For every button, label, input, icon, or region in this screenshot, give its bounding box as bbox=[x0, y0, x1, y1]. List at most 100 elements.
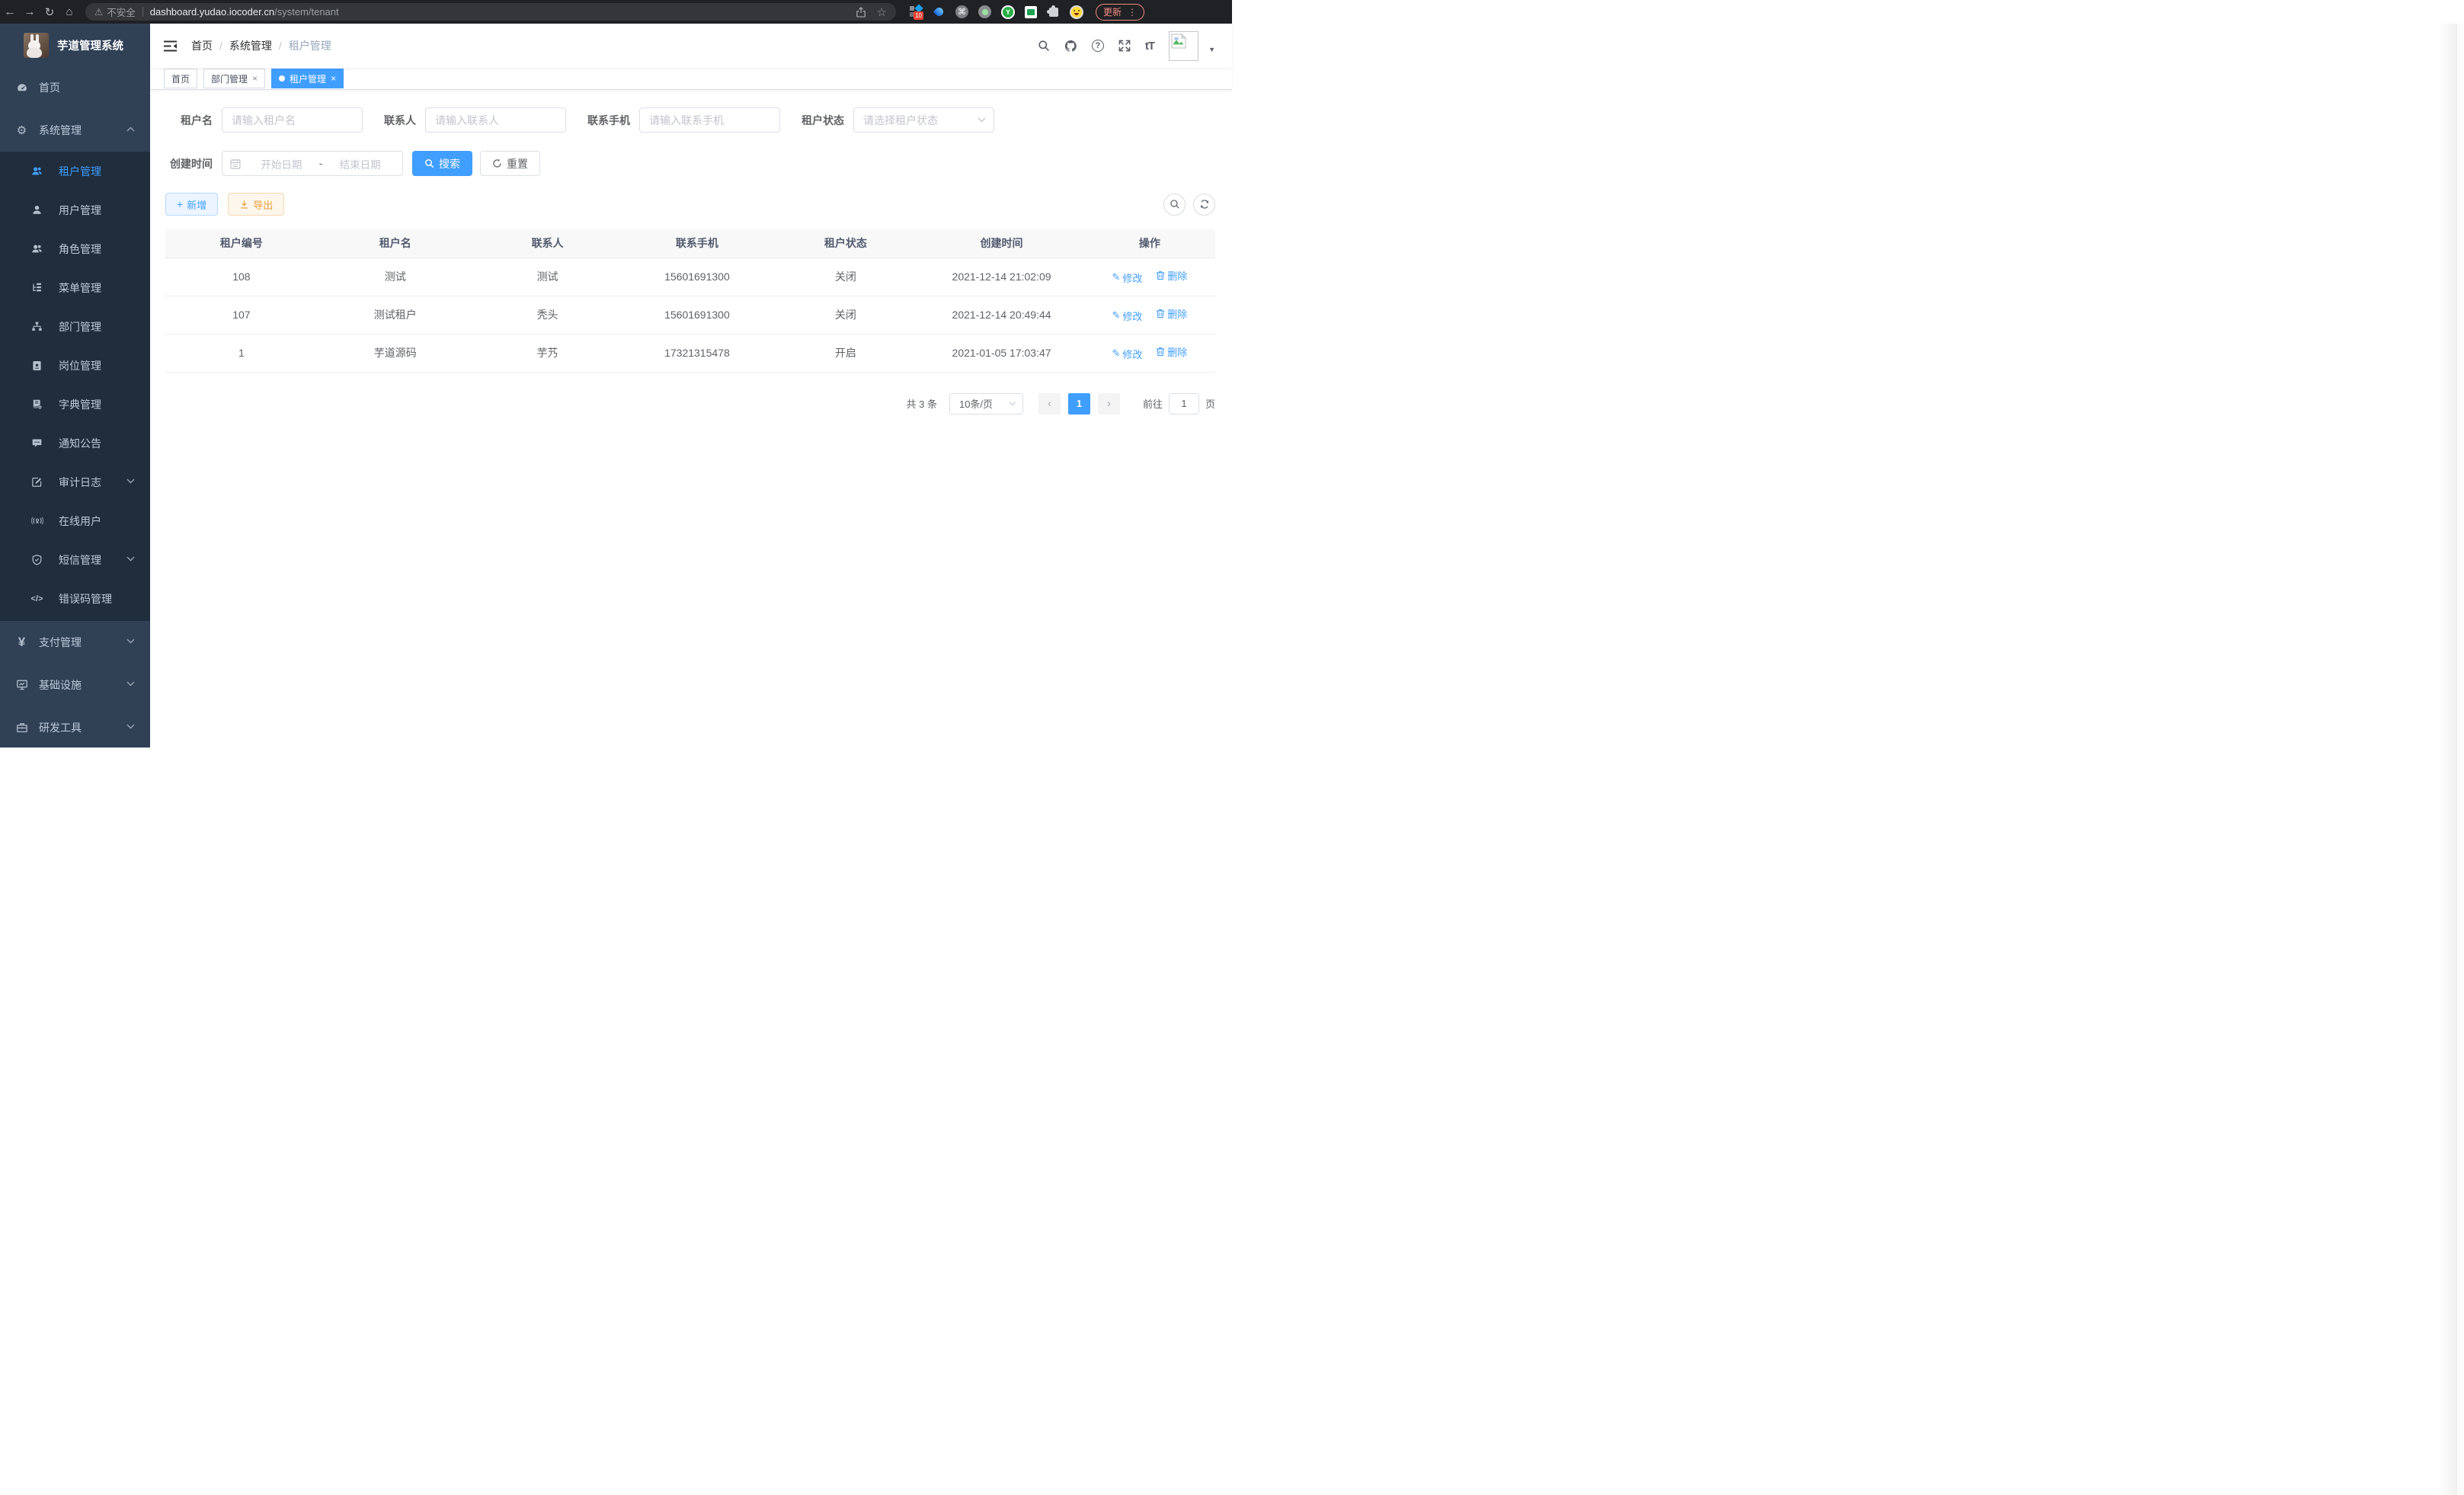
chevron-up-icon bbox=[126, 126, 135, 132]
tab-dept[interactable]: 部门管理 × bbox=[203, 69, 265, 88]
extension-recorder-icon[interactable] bbox=[978, 5, 991, 18]
mobile-input[interactable] bbox=[639, 107, 780, 133]
toggle-search-button[interactable] bbox=[1163, 194, 1186, 216]
forward-icon[interactable]: → bbox=[20, 5, 40, 18]
sidebar-item-label: 租户管理 bbox=[59, 164, 101, 179]
chrome-update-button[interactable]: 更新 ⋮ bbox=[1096, 4, 1144, 21]
sidebar-logo-row[interactable]: 芋道管理系统 bbox=[0, 24, 150, 66]
extension-y-icon[interactable]: Y bbox=[1001, 5, 1015, 19]
sidebar-item-label: 岗位管理 bbox=[59, 358, 101, 373]
monitor-icon bbox=[15, 679, 28, 691]
chevron-down-icon[interactable]: ▼ bbox=[1208, 46, 1215, 53]
breadcrumb-home[interactable]: 首页 bbox=[191, 38, 213, 53]
tab-label: 首页 bbox=[171, 72, 190, 85]
add-button[interactable]: + 新增 bbox=[165, 193, 218, 216]
home-icon[interactable]: ⌂ bbox=[59, 5, 79, 18]
sidebar-item-system[interactable]: ⚙ 系统管理 bbox=[0, 109, 150, 152]
sidebar-item-sms[interactable]: 短信管理 bbox=[0, 540, 150, 579]
avatar[interactable] bbox=[1169, 31, 1198, 61]
sidebar-item-audit[interactable]: 审计日志 bbox=[0, 463, 150, 501]
close-icon[interactable]: × bbox=[331, 73, 336, 84]
hamburger-icon[interactable] bbox=[164, 40, 178, 52]
sidebar-item-label: 系统管理 bbox=[39, 123, 82, 138]
reload-icon[interactable]: ↻ bbox=[40, 5, 59, 19]
sidebar-item-home[interactable]: 首页 bbox=[0, 66, 150, 109]
address-bar[interactable]: ⚠ 不安全 dashboard.yudao.iocoder.cn/system/… bbox=[85, 3, 896, 21]
sidebar-item-errcode[interactable]: </> 错误码管理 bbox=[0, 579, 150, 618]
cell-actions: ✎修改 删除 bbox=[1084, 258, 1215, 296]
tree-list-icon bbox=[30, 282, 43, 293]
status-label: 租户状态 bbox=[802, 113, 844, 128]
close-icon[interactable]: × bbox=[252, 73, 258, 84]
edit-link[interactable]: ✎修改 bbox=[1112, 309, 1142, 323]
sidebar-item-dict[interactable]: 字典管理 bbox=[0, 385, 150, 424]
goto-page-input[interactable] bbox=[1169, 393, 1199, 415]
extension-balloon-icon[interactable] bbox=[933, 5, 946, 18]
bookmark-star-icon[interactable]: ☆ bbox=[877, 5, 887, 19]
delete-link[interactable]: 删除 bbox=[1156, 344, 1187, 359]
gear-icon: ⚙ bbox=[15, 123, 28, 137]
breadcrumb-system[interactable]: 系统管理 bbox=[229, 38, 272, 53]
chevron-down-icon bbox=[126, 681, 135, 687]
contact-input[interactable] bbox=[425, 107, 566, 133]
filter-row-2: 创建时间 开始日期 - 结束日期 搜索 重置 bbox=[165, 151, 1215, 176]
date-range-picker[interactable]: 开始日期 - 结束日期 bbox=[222, 151, 403, 176]
create-time-label: 创建时间 bbox=[165, 156, 213, 171]
extensions-puzzle-icon[interactable] bbox=[1047, 5, 1060, 18]
tenant-name-input[interactable] bbox=[222, 107, 363, 133]
back-icon[interactable]: ← bbox=[0, 5, 20, 18]
search-icon[interactable] bbox=[1038, 40, 1050, 52]
sidebar-item-notice[interactable]: 通知公告 bbox=[0, 424, 150, 463]
extension-command-icon[interactable]: ⌘ bbox=[955, 5, 968, 18]
page-scrollbar[interactable] bbox=[2456, 24, 2464, 1495]
sidebar-item-dept[interactable]: 部门管理 bbox=[0, 307, 150, 346]
sidebar-item-pay[interactable]: ¥ 支付管理 bbox=[0, 621, 150, 664]
tab-home[interactable]: 首页 bbox=[164, 69, 197, 88]
font-size-icon[interactable]: tT bbox=[1145, 40, 1154, 53]
sidebar-item-role[interactable]: 角色管理 bbox=[0, 229, 150, 268]
delete-link[interactable]: 删除 bbox=[1156, 306, 1187, 321]
sidebar-item-label: 在线用户 bbox=[59, 514, 101, 529]
page-size-select[interactable]: 10条/页 bbox=[949, 393, 1023, 415]
cell-created: 2021-01-05 17:03:47 bbox=[919, 334, 1083, 372]
trash-icon bbox=[1156, 347, 1165, 357]
sidebar-item-tenant[interactable]: 租户管理 bbox=[0, 152, 150, 190]
extension-chat-icon[interactable] bbox=[1025, 6, 1037, 18]
sidebar-item-label: 短信管理 bbox=[59, 552, 101, 568]
export-button[interactable]: 导出 bbox=[228, 193, 284, 216]
sidebar-item-online[interactable]: 在线用户 bbox=[0, 501, 150, 540]
sidebar-item-post[interactable]: 岗位管理 bbox=[0, 346, 150, 385]
share-icon[interactable] bbox=[856, 6, 866, 18]
navbar-actions: ? tT ▼ bbox=[1038, 31, 1232, 61]
table-toolbar: + 新增 导出 bbox=[165, 193, 1215, 216]
sidebar-item-infra[interactable]: 基础设施 bbox=[0, 664, 150, 706]
delete-link[interactable]: 删除 bbox=[1156, 268, 1187, 283]
extension-emoji-icon[interactable] bbox=[1070, 5, 1083, 19]
security-status[interactable]: ⚠ 不安全 bbox=[94, 5, 136, 19]
edit-link[interactable]: ✎修改 bbox=[1112, 271, 1142, 285]
edit-link[interactable]: ✎修改 bbox=[1112, 347, 1142, 361]
tab-tenant[interactable]: 租户管理 × bbox=[271, 69, 344, 88]
github-icon[interactable] bbox=[1064, 40, 1077, 53]
help-icon[interactable]: ? bbox=[1092, 40, 1104, 52]
sidebar-item-label: 菜单管理 bbox=[59, 280, 101, 296]
reset-button[interactable]: 重置 bbox=[480, 151, 540, 176]
sidebar-item-devtool[interactable]: 研发工具 bbox=[0, 706, 150, 749]
table-row: 1 芋道源码 芋艿 17321315478 开启 2021-01-05 17:0… bbox=[165, 334, 1215, 372]
refresh-table-button[interactable] bbox=[1193, 194, 1215, 216]
search-button[interactable]: 搜索 bbox=[412, 151, 472, 176]
page-number-1[interactable]: 1 bbox=[1068, 393, 1090, 415]
code-icon: </> bbox=[30, 594, 43, 603]
sidebar-item-menu[interactable]: 菜单管理 bbox=[0, 268, 150, 307]
sidebar-item-user[interactable]: 用户管理 bbox=[0, 190, 150, 229]
fullscreen-icon[interactable] bbox=[1118, 40, 1131, 52]
kebab-menu-icon[interactable]: ⋮ bbox=[1128, 7, 1137, 18]
cell-id: 1 bbox=[165, 334, 318, 372]
chevron-down-icon bbox=[126, 724, 135, 729]
prev-page-button[interactable]: ‹ bbox=[1038, 393, 1061, 415]
next-page-button[interactable]: › bbox=[1098, 393, 1120, 415]
date-end-placeholder: 结束日期 bbox=[325, 156, 395, 171]
extension-grid-icon[interactable]: 10 bbox=[910, 5, 923, 18]
status-select[interactable]: 请选择租户状态 bbox=[853, 107, 994, 133]
col-tenant-id: 租户编号 bbox=[165, 229, 318, 258]
